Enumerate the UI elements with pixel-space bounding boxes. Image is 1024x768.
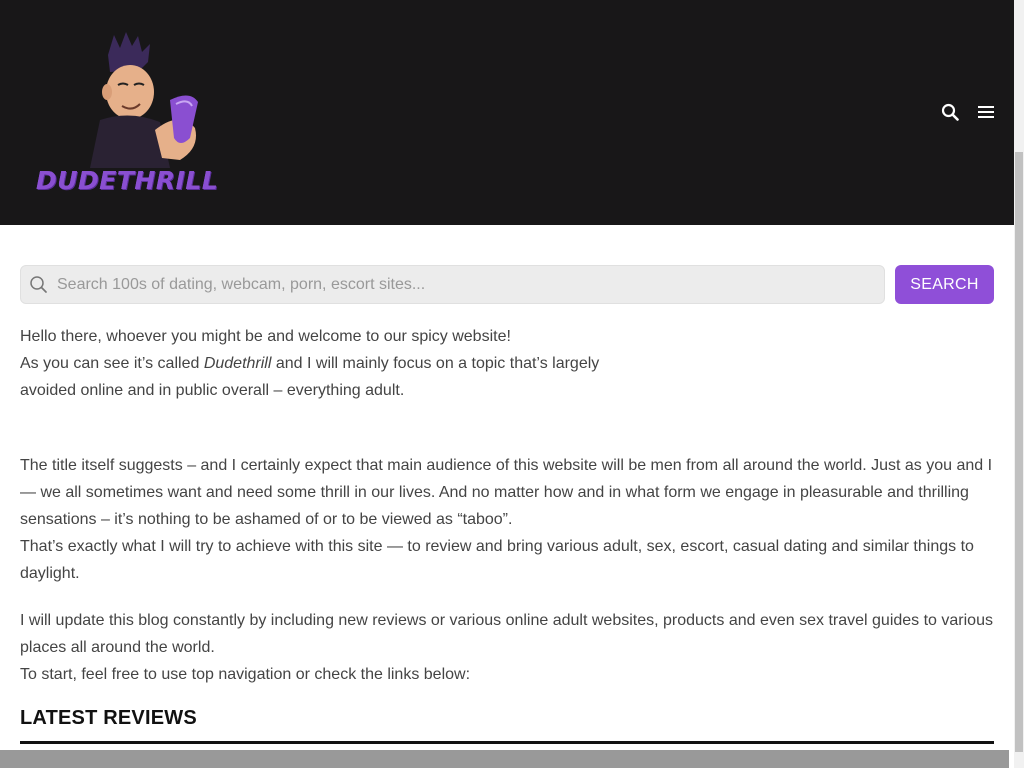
site-logo[interactable]: DUDETHRILL (30, 30, 265, 200)
logo-wordmark: DUDETHRILL (36, 166, 219, 195)
navigation-hint: To start, feel free to use top navigatio… (20, 666, 471, 683)
header-actions (940, 102, 996, 122)
audience-paragraph: The title itself suggests – and I certai… (20, 452, 1000, 587)
intro-line: Hello there, whoever you might be and we… (20, 328, 511, 345)
updates-paragraph: I will update this blog constantly by in… (20, 607, 1000, 688)
site-search: SEARCH (20, 265, 994, 304)
scrollbar-thumb[interactable] (1015, 152, 1023, 752)
mission-text: That’s exactly what I will try to achiev… (20, 538, 974, 582)
search-box (20, 265, 885, 304)
intro-paragraph: Hello there, whoever you might be and we… (20, 323, 620, 404)
intro-line: As you can see it’s called (20, 355, 204, 372)
page-scrollbar[interactable] (1014, 0, 1024, 768)
menu-icon[interactable] (976, 102, 996, 122)
search-button[interactable]: SEARCH (895, 265, 994, 304)
search-icon (29, 275, 49, 300)
mascot-illustration (90, 32, 198, 168)
bottom-overlay-bar (0, 750, 1009, 768)
search-input[interactable] (57, 266, 877, 303)
site-header: DUDETHRILL (0, 0, 1014, 225)
audience-text: The title itself suggests – and I certai… (20, 457, 993, 528)
section-divider (20, 741, 994, 744)
updates-text: I will update this blog constantly by in… (20, 612, 993, 656)
site-name: Dudethrill (203, 355, 272, 372)
intro-content: Hello there, whoever you might be and we… (20, 323, 1000, 688)
section-title-latest-reviews: LATEST REVIEWS (20, 707, 197, 729)
search-icon[interactable] (940, 102, 960, 122)
